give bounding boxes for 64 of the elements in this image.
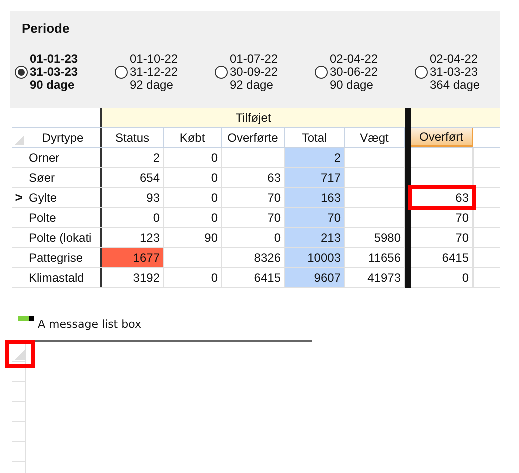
period-days: 92 dage xyxy=(130,79,178,92)
radio-button[interactable] xyxy=(315,66,328,79)
period-from: 02-04-22 xyxy=(430,53,480,66)
period-to: 30-06-22 xyxy=(330,66,378,79)
table-cell: 10003 xyxy=(285,248,345,267)
period-option[interactable]: 02-04-22 31-03-23 364 dage xyxy=(415,53,515,92)
column-header[interactable]: Dyrtype xyxy=(26,128,102,147)
table-cell: 0 xyxy=(164,268,222,287)
table-cell: 0 xyxy=(164,188,222,207)
period-to: 31-03-23 xyxy=(30,66,78,79)
period-to: 31-12-22 xyxy=(130,66,178,79)
table-cell: 654 xyxy=(102,168,164,187)
period-days: 92 dage xyxy=(230,79,278,92)
row-label: Klimastald xyxy=(26,268,102,287)
current-row-marker: > xyxy=(15,188,23,207)
period-option[interactable]: 01-10-22 31-12-22 92 dage xyxy=(115,53,215,92)
period-from: 01-01-23 xyxy=(30,53,78,66)
table-cell: 9607 xyxy=(285,268,345,287)
table-cell: 90 xyxy=(164,228,222,247)
radio-button[interactable] xyxy=(15,66,28,79)
column-header[interactable]: Overførte xyxy=(222,128,285,147)
row-label: Polte xyxy=(26,208,102,227)
period-from: 01-10-22 xyxy=(130,53,178,66)
radio-button[interactable] xyxy=(415,66,428,79)
period-days: 364 dage xyxy=(430,79,480,92)
row-label: Gylte xyxy=(26,188,102,207)
period-to: 31-03-23 xyxy=(430,66,480,79)
table-cell: 213 xyxy=(285,228,345,247)
table-cell: 70 xyxy=(285,208,345,227)
column-header[interactable]: Status xyxy=(102,128,164,147)
table-cell: 63 xyxy=(411,188,473,207)
radio-button[interactable] xyxy=(115,66,128,79)
table-cell: 0 xyxy=(164,208,222,227)
period-option[interactable]: 01-07-22 30-09-22 92 dage xyxy=(215,53,315,92)
table-cell: 0 xyxy=(102,208,164,227)
period-days: 90 dage xyxy=(30,79,78,92)
table-cell: 123 xyxy=(102,228,164,247)
message-list-title: A message list box xyxy=(38,317,142,333)
table-cell: 0 xyxy=(164,148,222,167)
row-label: Polte (lokati xyxy=(26,228,102,247)
column-header[interactable]: Overført xyxy=(411,128,473,147)
period-option[interactable]: 02-04-22 30-06-22 90 dage xyxy=(315,53,415,92)
group-header: Tilføjet xyxy=(102,108,405,127)
table-cell: 2 xyxy=(102,148,164,167)
status-bar-icon xyxy=(18,316,34,321)
table-cell: 93 xyxy=(102,188,164,207)
period-title: Periode xyxy=(22,20,70,38)
row-label: Søer xyxy=(26,168,102,187)
table-cell: 717 xyxy=(285,168,345,187)
table-cell: 1677 xyxy=(102,248,164,267)
table-cell: 163 xyxy=(285,188,345,207)
row-label: Orner xyxy=(26,148,102,167)
radio-button[interactable] xyxy=(215,66,228,79)
column-header[interactable]: Total xyxy=(285,128,345,147)
period-option[interactable]: 01-01-23 31-03-23 90 dage xyxy=(15,53,115,92)
column-header[interactable]: Købt xyxy=(164,128,222,147)
period-to: 30-09-22 xyxy=(230,66,278,79)
corner-icon xyxy=(14,136,24,145)
table-cell: 2 xyxy=(285,148,345,167)
table-cell: 0 xyxy=(164,168,222,187)
period-from: 01-07-22 xyxy=(230,53,278,66)
period-from: 02-04-22 xyxy=(330,53,378,66)
table-cell: 3192 xyxy=(102,268,164,287)
period-days: 90 dage xyxy=(330,79,378,92)
